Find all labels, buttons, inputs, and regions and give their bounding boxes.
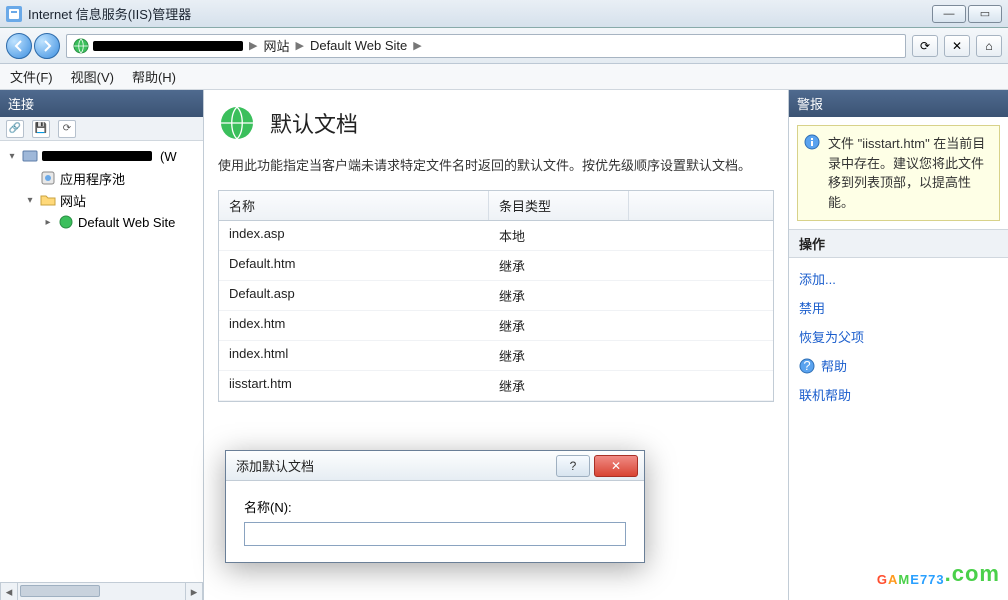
cell-name: Default.asp — [219, 281, 489, 310]
folder-icon — [40, 192, 56, 208]
actions-header: 操作 — [789, 229, 1008, 258]
scroll-right-button[interactable]: ▸ — [185, 583, 203, 600]
watermark: GAME773.com — [877, 551, 1000, 594]
breadcrumb[interactable]: ▶ 网站 ▶ Default Web Site ▶ — [66, 34, 906, 58]
home-button[interactable]: ⌂ — [976, 35, 1002, 57]
action-revert[interactable]: 恢复为父项 — [799, 322, 998, 351]
menu-help[interactable]: 帮助(H) — [132, 67, 176, 86]
tree-server-name-redacted — [42, 151, 152, 161]
action-disable[interactable]: 禁用 — [799, 293, 998, 322]
connections-header: 连接 — [0, 90, 203, 117]
dialog-titlebar[interactable]: 添加默认文档 ? ✕ — [226, 451, 644, 481]
globe-icon — [58, 214, 74, 230]
cell-name: index.asp — [219, 221, 489, 250]
menu-bar: 文件(F) 视图(V) 帮助(H) — [0, 64, 1008, 90]
page-description: 使用此功能指定当客户端未请求特定文件名时返回的默认文件。按优先级顺序设置默认文档… — [218, 156, 774, 176]
col-header-type[interactable]: 条目类型 — [489, 191, 629, 220]
table-row[interactable]: index.htm继承 — [219, 311, 773, 341]
server-icon — [22, 148, 38, 164]
breadcrumb-server-redacted — [93, 41, 243, 51]
dialog-name-label: 名称(N): — [244, 497, 626, 516]
breadcrumb-default-site[interactable]: Default Web Site — [310, 38, 407, 53]
connect-button[interactable]: 🔗 — [6, 120, 24, 138]
cell-type: 继承 — [489, 281, 629, 310]
col-header-name[interactable]: 名称 — [219, 191, 489, 220]
table-row[interactable]: iisstart.htm继承 — [219, 371, 773, 401]
app-icon — [6, 6, 22, 22]
tree-refresh-button[interactable]: ⟳ — [58, 120, 76, 138]
action-add[interactable]: 添加... — [799, 264, 998, 293]
table-row[interactable]: index.asp本地 — [219, 221, 773, 251]
cell-type: 继承 — [489, 311, 629, 340]
grid-header: 名称 条目类型 — [219, 191, 773, 221]
forward-button[interactable] — [34, 33, 60, 59]
connections-toolbar: 🔗 💾 ⟳ — [0, 117, 203, 141]
documents-grid: 名称 条目类型 index.asp本地Default.htm继承Default.… — [218, 190, 774, 402]
menu-view[interactable]: 视图(V) — [71, 67, 114, 86]
default-document-icon — [218, 104, 256, 142]
tree-default-site[interactable]: ▸ Default Web Site — [2, 211, 201, 233]
cell-name: iisstart.htm — [219, 371, 489, 400]
tree-horizontal-scrollbar[interactable]: ◂ ▸ — [0, 582, 203, 600]
connections-tree: ▾ (W 应用程序池 ▾ 网站 ▸ Default Web Site — [0, 141, 203, 582]
cell-name: index.htm — [219, 311, 489, 340]
cell-name: index.html — [219, 341, 489, 370]
alerts-header: 警报 — [789, 90, 1008, 117]
col-header-spacer — [629, 191, 773, 220]
app-pools-icon — [40, 170, 56, 186]
minimize-button[interactable]: — — [932, 5, 966, 23]
alert-text: 文件 "iisstart.htm" 在当前目录中存在。建议您将此文件移到列表顶部… — [828, 136, 985, 210]
tree-sites-label: 网站 — [60, 191, 86, 210]
dialog-help-button[interactable]: ? — [556, 455, 590, 477]
cell-type: 继承 — [489, 251, 629, 280]
navigation-bar: ▶ 网站 ▶ Default Web Site ▶ ⟳ ✕ ⌂ — [0, 28, 1008, 64]
dialog-title: 添加默认文档 — [236, 456, 556, 475]
add-document-dialog: 添加默认文档 ? ✕ 名称(N): — [225, 450, 645, 563]
action-online-help[interactable]: 联机帮助 — [799, 380, 998, 409]
menu-file[interactable]: 文件(F) — [10, 67, 53, 86]
tree-app-pools-label: 应用程序池 — [60, 169, 125, 188]
back-button[interactable] — [6, 33, 32, 59]
scroll-track[interactable] — [18, 583, 185, 600]
dialog-close-button[interactable]: ✕ — [594, 455, 638, 477]
tree-default-site-label: Default Web Site — [78, 215, 175, 230]
maximize-button[interactable]: ▭ — [968, 5, 1002, 23]
table-row[interactable]: Default.asp继承 — [219, 281, 773, 311]
alert-message: 文件 "iisstart.htm" 在当前目录中存在。建议您将此文件移到列表顶部… — [797, 125, 1000, 221]
window-controls: — ▭ — [932, 5, 1002, 23]
table-row[interactable]: index.html继承 — [219, 341, 773, 371]
window-titlebar: Internet 信息服务(IIS)管理器 — ▭ — [0, 0, 1008, 28]
right-panel: 警报 文件 "iisstart.htm" 在当前目录中存在。建议您将此文件移到列… — [788, 90, 1008, 600]
chevron-right-icon: ▶ — [411, 39, 423, 52]
cell-type: 继承 — [489, 371, 629, 400]
refresh-button[interactable]: ⟳ — [912, 35, 938, 57]
tree-app-pools[interactable]: 应用程序池 — [2, 167, 201, 189]
page-title: 默认文档 — [270, 107, 358, 139]
globe-icon — [73, 38, 89, 54]
chevron-right-icon: ▶ — [293, 39, 305, 52]
help-icon: ? — [799, 358, 815, 374]
chevron-right-icon: ▶ — [247, 39, 259, 52]
scroll-thumb[interactable] — [20, 585, 100, 597]
connections-panel: 连接 🔗 💾 ⟳ ▾ (W 应用程序池 ▾ 网站 — [0, 90, 204, 600]
breadcrumb-sites[interactable]: 网站 — [263, 36, 289, 55]
window-title: Internet 信息服务(IIS)管理器 — [28, 4, 191, 23]
dialog-name-input[interactable] — [244, 522, 626, 546]
cell-name: Default.htm — [219, 251, 489, 280]
info-icon — [804, 134, 820, 150]
cell-type: 继承 — [489, 341, 629, 370]
stop-button[interactable]: ✕ — [944, 35, 970, 57]
table-row[interactable]: Default.htm继承 — [219, 251, 773, 281]
tree-server-node[interactable]: ▾ (W — [2, 145, 201, 167]
action-help[interactable]: ? 帮助 — [799, 351, 998, 380]
scroll-left-button[interactable]: ◂ — [0, 583, 18, 600]
tree-server-suffix: (W — [160, 149, 177, 164]
svg-text:?: ? — [803, 358, 810, 373]
tree-sites-node[interactable]: ▾ 网站 — [2, 189, 201, 211]
save-button[interactable]: 💾 — [32, 120, 50, 138]
cell-type: 本地 — [489, 221, 629, 250]
